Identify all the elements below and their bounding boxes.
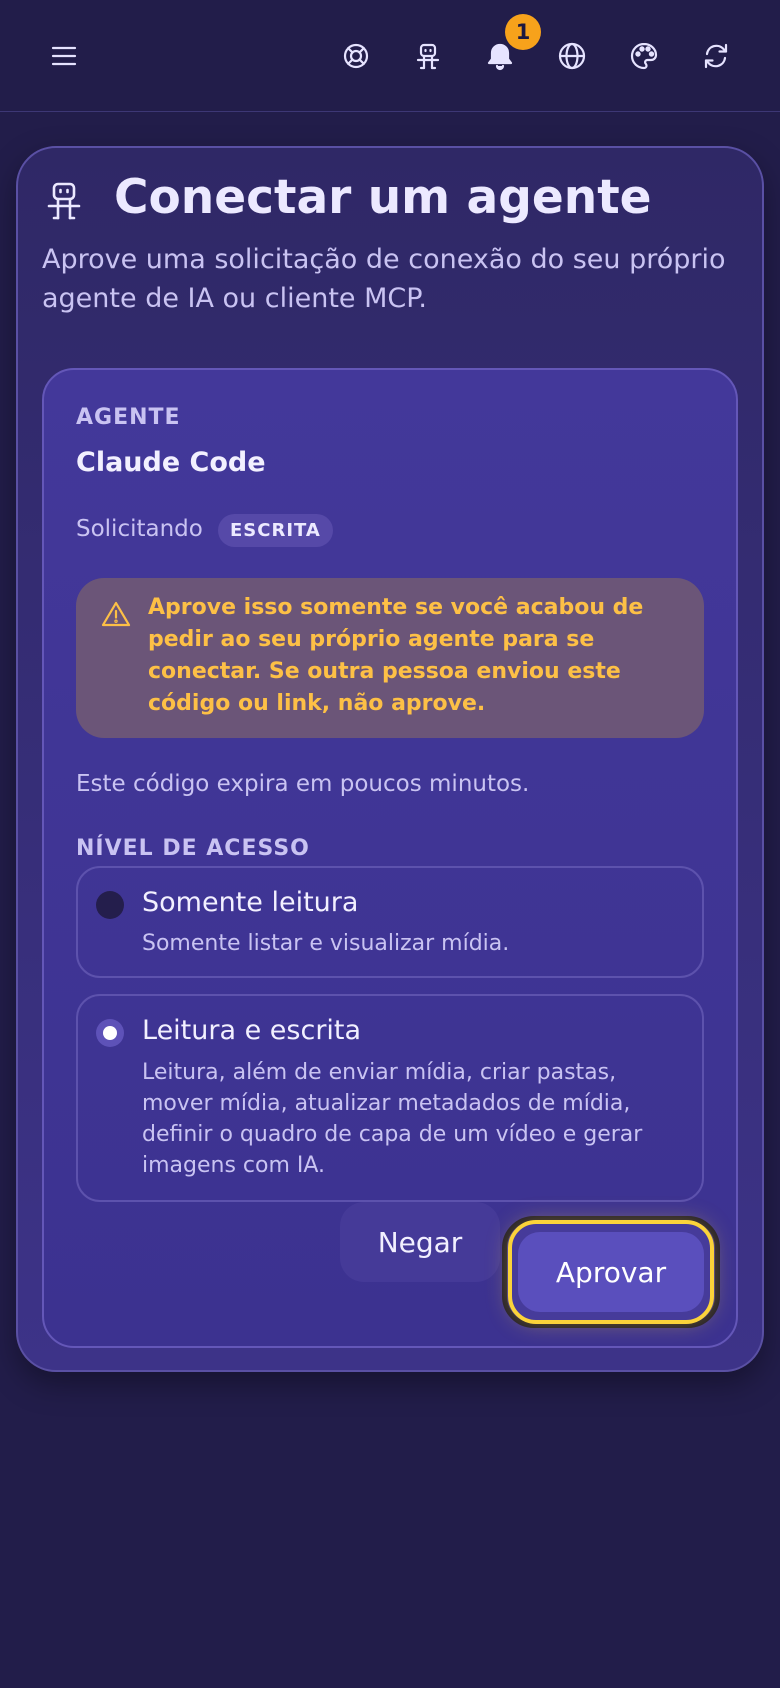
- deny-button[interactable]: Negar: [340, 1202, 500, 1282]
- refresh-icon[interactable]: [692, 32, 740, 80]
- expiry-note: Este código expira em poucos minutos.: [76, 771, 530, 797]
- access-level-label: NÍVEL DE ACESSO: [76, 836, 310, 861]
- lifebuoy-icon[interactable]: [332, 32, 380, 80]
- approve-button[interactable]: Aprovar: [518, 1232, 704, 1312]
- menu-icon[interactable]: [40, 32, 88, 80]
- radio-read-only[interactable]: [96, 891, 124, 919]
- agent-label: AGENTE: [76, 405, 181, 430]
- option-description: Somente listar e visualizar mídia.: [142, 931, 510, 956]
- notification-badge: 1: [505, 14, 541, 50]
- page-subtitle: Aprove uma solicitação de conexão do seu…: [42, 244, 726, 314]
- option-description: Leitura, além de enviar mídia, criar pas…: [142, 1060, 643, 1178]
- top-bar: 1: [0, 0, 780, 112]
- option-title: Leitura e escrita: [142, 1015, 362, 1046]
- requesting-label: Solicitando: [76, 516, 203, 542]
- warning-icon: [100, 598, 132, 630]
- page-title: Conectar um agente: [114, 170, 652, 225]
- robot-icon: [44, 180, 84, 224]
- scope-badge: ESCRITA: [218, 514, 333, 547]
- globe-icon[interactable]: [548, 32, 596, 80]
- robot-icon[interactable]: [404, 32, 452, 80]
- palette-icon[interactable]: [620, 32, 668, 80]
- agent-name: Claude Code: [76, 447, 266, 478]
- option-title: Somente leitura: [142, 887, 359, 918]
- option-read-only[interactable]: [76, 866, 704, 978]
- warning-text: Aprove isso somente se você acabou de pe…: [148, 595, 644, 716]
- radio-read-write[interactable]: [96, 1019, 124, 1047]
